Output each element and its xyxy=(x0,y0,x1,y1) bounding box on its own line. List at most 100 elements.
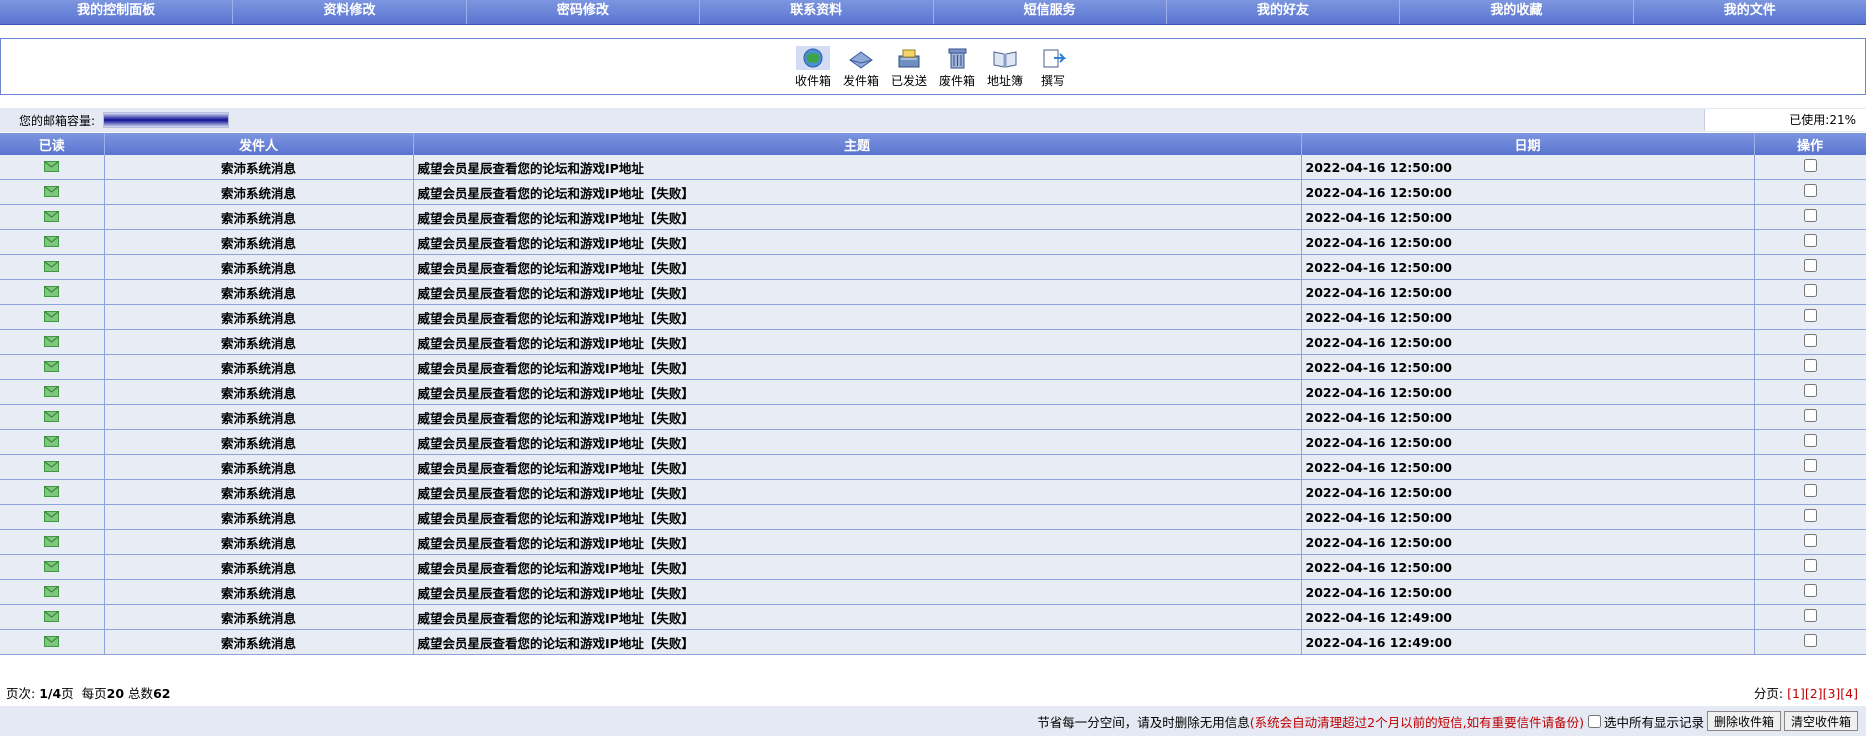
table-row[interactable]: 索沛系统消息 威望会员星辰查看您的论坛和游戏IP地址【失败】 2022-04-16 … xyxy=(0,504,1866,530)
table-row[interactable]: 索沛系统消息 威望会员星辰查看您的论坛和游戏IP地址【失败】 2022-04-16 … xyxy=(0,629,1866,655)
read-status-cell xyxy=(0,579,105,605)
row-select-checkbox[interactable] xyxy=(1803,534,1817,547)
subject-link[interactable]: 威望会员星辰查看您的论坛和游戏IP地址【失败】 xyxy=(413,404,1302,430)
compose-button[interactable]: 撰写 xyxy=(1029,46,1077,89)
clear-inbox-button[interactable]: 清空收件箱 xyxy=(1783,711,1858,731)
subject-link[interactable]: 威望会员星辰查看您的论坛和游戏IP地址【失败】 xyxy=(413,579,1302,605)
table-row[interactable]: 索沛系统消息 威望会员星辰查看您的论坛和游戏IP地址【失败】 2022-04-16 … xyxy=(0,429,1866,455)
row-select-checkbox[interactable] xyxy=(1803,509,1817,522)
read-status-cell xyxy=(0,454,105,480)
table-row[interactable]: 索沛系统消息 威望会员星辰查看您的论坛和游戏IP地址【失败】 2022-04-16 … xyxy=(0,379,1866,405)
nav-my-friends[interactable]: 我的好友 xyxy=(1167,0,1401,24)
subject-link[interactable]: 威望会员星辰查看您的论坛和游戏IP地址【失败】 xyxy=(413,429,1302,455)
row-select-checkbox[interactable] xyxy=(1803,459,1817,472)
row-select-checkbox[interactable] xyxy=(1803,234,1817,247)
subject-link[interactable]: 威望会员星辰查看您的论坛和游戏IP地址【失败】 xyxy=(413,304,1302,330)
row-select-checkbox[interactable] xyxy=(1803,384,1817,397)
row-select-checkbox[interactable] xyxy=(1803,209,1817,222)
subject-link[interactable]: 威望会员星辰查看您的论坛和游戏IP地址【失败】 xyxy=(413,204,1302,230)
row-select-checkbox[interactable] xyxy=(1803,434,1817,447)
table-row[interactable]: 索沛系统消息 威望会员星辰查看您的论坛和游戏IP地址【失败】 2022-04-16 … xyxy=(0,579,1866,605)
subject-link[interactable]: 威望会员星辰查看您的论坛和游戏IP地址 xyxy=(413,155,1302,180)
operation-cell xyxy=(1754,454,1866,480)
table-row[interactable]: 索沛系统消息 威望会员星辰查看您的论坛和游戏IP地址【失败】 2022-04-16 … xyxy=(0,354,1866,380)
row-select-checkbox[interactable] xyxy=(1803,259,1817,272)
subject-link[interactable]: 威望会员星辰查看您的论坛和游戏IP地址【失败】 xyxy=(413,179,1302,205)
inbox-button[interactable]: 收件箱 xyxy=(789,46,837,89)
table-row[interactable]: 索沛系统消息 威望会员星辰查看您的论坛和游戏IP地址【失败】 2022-04-16 … xyxy=(0,254,1866,280)
table-row[interactable]: 索沛系统消息 威望会员星辰查看您的论坛和游戏IP地址【失败】 2022-04-16 … xyxy=(0,229,1866,255)
row-select-checkbox[interactable] xyxy=(1803,159,1817,172)
operation-cell xyxy=(1754,579,1866,605)
delete-inbox-button[interactable]: 删除收件箱 xyxy=(1706,711,1781,731)
subject-link[interactable]: 威望会员星辰查看您的论坛和游戏IP地址【失败】 xyxy=(413,229,1302,255)
table-row[interactable]: 索沛系统消息 威望会员星辰查看您的论坛和游戏IP地址【失败】 2022-04-16 … xyxy=(0,454,1866,480)
row-select-checkbox[interactable] xyxy=(1803,284,1817,297)
nav-password-change[interactable]: 密码修改 xyxy=(467,0,701,24)
subject-link[interactable]: 威望会员星辰查看您的论坛和游戏IP地址【失败】 xyxy=(413,454,1302,480)
row-select-checkbox[interactable] xyxy=(1803,584,1817,597)
subject-link[interactable]: 威望会员星辰查看您的论坛和游戏IP地址【失败】 xyxy=(413,504,1302,530)
subject-link[interactable]: 威望会员星辰查看您的论坛和游戏IP地址【失败】 xyxy=(413,629,1302,655)
subject-link[interactable]: 威望会员星辰查看您的论坛和游戏IP地址【失败】 xyxy=(413,479,1302,505)
table-row[interactable]: 索沛系统消息 威望会员星辰查看您的论坛和游戏IP地址【失败】 2022-04-16 … xyxy=(0,554,1866,580)
table-row[interactable]: 索沛系统消息 威望会员星辰查看您的论坛和游戏IP地址【失败】 2022-04-16 … xyxy=(0,404,1866,430)
subject-link[interactable]: 威望会员星辰查看您的论坛和游戏IP地址【失败】 xyxy=(413,354,1302,380)
table-row[interactable]: 索沛系统消息 威望会员星辰查看您的论坛和游戏IP地址【失败】 2022-04-16 … xyxy=(0,179,1866,205)
select-all-checkbox[interactable] xyxy=(1587,714,1601,728)
table-row[interactable]: 索沛系统消息 威望会员星辰查看您的论坛和游戏IP地址【失败】 2022-04-16 … xyxy=(0,479,1866,505)
operation-cell xyxy=(1754,329,1866,355)
table-row[interactable]: 索沛系统消息 威望会员星辰查看您的论坛和游戏IP地址【失败】 2022-04-16 … xyxy=(0,329,1866,355)
row-select-checkbox[interactable] xyxy=(1803,484,1817,497)
addressbook-button[interactable]: 地址簿 xyxy=(981,46,1029,89)
row-select-checkbox[interactable] xyxy=(1803,634,1817,647)
row-select-checkbox[interactable] xyxy=(1803,359,1817,372)
mailbox-capacity-row: 您的邮箱容量: 已使用:21% xyxy=(0,108,1866,132)
read-status-cell xyxy=(0,504,105,530)
table-row[interactable]: 索沛系统消息 威望会员星辰查看您的论坛和游戏IP地址【失败】 2022-04-16 … xyxy=(0,279,1866,305)
sent-button[interactable]: 已发送 xyxy=(885,46,933,89)
sender-cell: 索沛系统消息 xyxy=(104,329,414,355)
header-date: 日期 xyxy=(1301,133,1755,155)
nav-my-favorites[interactable]: 我的收藏 xyxy=(1400,0,1634,24)
row-select-checkbox[interactable] xyxy=(1803,609,1817,622)
mail-envelope-icon xyxy=(44,210,60,222)
page-link-3[interactable]: [3] xyxy=(1823,686,1841,701)
trash-button[interactable]: 废件箱 xyxy=(933,46,981,89)
table-row[interactable]: 索沛系统消息 威望会员星辰查看您的论坛和游戏IP地址【失败】 2022-04-16 … xyxy=(0,529,1866,555)
row-select-checkbox[interactable] xyxy=(1803,334,1817,347)
mail-envelope-icon xyxy=(44,410,60,422)
row-select-checkbox[interactable] xyxy=(1803,409,1817,422)
capacity-bar xyxy=(103,112,230,128)
outbox-button[interactable]: 发件箱 xyxy=(837,46,885,89)
subject-link[interactable]: 威望会员星辰查看您的论坛和游戏IP地址【失败】 xyxy=(413,254,1302,280)
sender-cell: 索沛系统消息 xyxy=(104,204,414,230)
nav-contact-info[interactable]: 联系资料 xyxy=(700,0,934,24)
operation-cell xyxy=(1754,179,1866,205)
table-row[interactable]: 索沛系统消息 威望会员星辰查看您的论坛和游戏IP地址【失败】 2022-04-16 … xyxy=(0,604,1866,630)
row-select-checkbox[interactable] xyxy=(1803,559,1817,572)
page-link-2[interactable]: [2] xyxy=(1805,686,1823,701)
nav-control-panel[interactable]: 我的控制面板 xyxy=(0,0,234,24)
subject-link[interactable]: 威望会员星辰查看您的论坛和游戏IP地址【失败】 xyxy=(413,554,1302,580)
date-cell: 2022-04-16 12:50:00 xyxy=(1301,554,1755,580)
subject-link[interactable]: 威望会员星辰查看您的论坛和游戏IP地址【失败】 xyxy=(413,379,1302,405)
page-link-4[interactable]: [4] xyxy=(1840,686,1858,701)
table-row[interactable]: 索沛系统消息 威望会员星辰查看您的论坛和游戏IP地址【失败】 2022-04-16 … xyxy=(0,204,1866,230)
row-select-checkbox[interactable] xyxy=(1803,184,1817,197)
table-row[interactable]: 索沛系统消息 威望会员星辰查看您的论坛和游戏IP地址【失败】 2022-04-16 … xyxy=(0,304,1866,330)
subject-link[interactable]: 威望会员星辰查看您的论坛和游戏IP地址【失败】 xyxy=(413,279,1302,305)
mail-envelope-icon xyxy=(44,160,60,172)
sender-cell: 索沛系统消息 xyxy=(104,155,414,180)
row-select-checkbox[interactable] xyxy=(1803,309,1817,322)
nav-sms-service[interactable]: 短信服务 xyxy=(934,0,1167,24)
table-row[interactable]: 索沛系统消息 威望会员星辰查看您的论坛和游戏IP地址 2022-04-16 12:5… xyxy=(0,155,1866,180)
page-link-1[interactable]: [1] xyxy=(1787,686,1805,701)
subject-link[interactable]: 威望会员星辰查看您的论坛和游戏IP地址【失败】 xyxy=(413,604,1302,630)
nav-profile-edit[interactable]: 资料修改 xyxy=(233,0,467,24)
subject-link[interactable]: 威望会员星辰查看您的论坛和游戏IP地址【失败】 xyxy=(413,329,1302,355)
mail-envelope-icon xyxy=(44,460,60,472)
subject-link[interactable]: 威望会员星辰查看您的论坛和游戏IP地址【失败】 xyxy=(413,529,1302,555)
nav-my-files[interactable]: 我的文件 xyxy=(1634,0,1866,24)
cleanup-warning: (系统会自动清理超过2个月以前的短信,如有重要信件请备份) xyxy=(1249,714,1584,730)
